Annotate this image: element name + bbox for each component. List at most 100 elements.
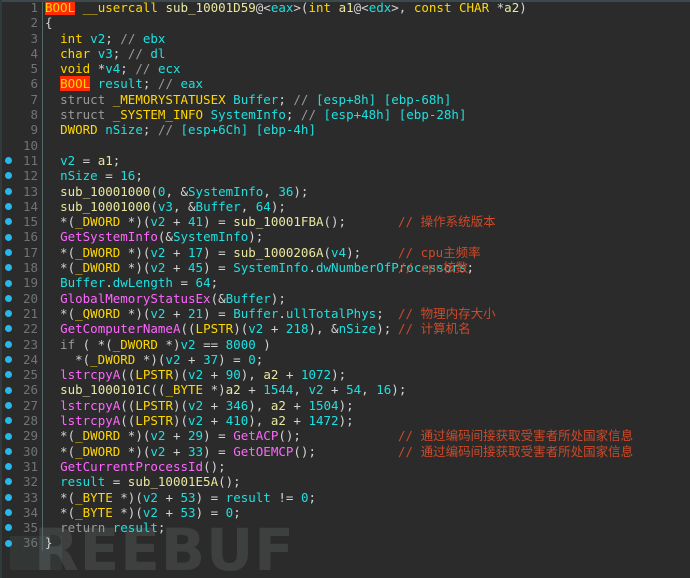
code-line[interactable]: 24 *(_DWORD *)(v2 + 37) = 0; [0, 351, 690, 368]
code-text[interactable]: struct _MEMORYSTATUSEX Buffer; // [esp+8… [45, 92, 451, 107]
code-line[interactable]: 16 GetSystemInfo(&SystemInfo); [0, 229, 690, 245]
code-text[interactable]: sub_10001000(0, &SystemInfo, 36); [45, 184, 308, 199]
code-text[interactable]: sub_1000101C((_BYTE *)a2 + 1544, v2 + 54… [45, 382, 406, 397]
code-text[interactable]: BOOL __usercall sub_10001D59@<eax>(int a… [45, 0, 527, 15]
gutter-separator [42, 458, 43, 475]
code-text[interactable]: return result; [45, 520, 165, 535]
code-line[interactable]: 14 sub_10001000(v3, &Buffer, 64); [0, 198, 690, 215]
code-text[interactable]: *(_DWORD *)(v2 + 29) = GetACP(); [45, 428, 301, 443]
code-line[interactable]: 3 int v2; // ebx [0, 30, 690, 46]
line-number: 11 [22, 152, 38, 168]
code-text[interactable]: lstrcpyA((LPSTR)(v2 + 90), a2 + 1072); [45, 367, 346, 382]
code-text[interactable]: *(_DWORD *)(v2 + 37) = 0; [45, 352, 263, 367]
code-text[interactable]: lstrcpyA((LPSTR)(v2 + 410), a2 + 1472); [45, 413, 354, 428]
code-line[interactable]: 33 *(_BYTE *)(v2 + 53) = result != 0; [0, 489, 690, 505]
code-text[interactable]: *(_DWORD *)(v2 + 33) = GetOEMCP(); [45, 444, 316, 459]
code-line[interactable]: 26 sub_1000101C((_BYTE *)a2 + 1544, v2 +… [0, 382, 690, 398]
code-line[interactable]: 25 lstrcpyA((LPSTR)(v2 + 90), a2 + 1072)… [0, 367, 690, 383]
code-line[interactable]: 21 *(_QWORD *)(v2 + 21) = Buffer.ullTota… [0, 305, 690, 322]
code-text[interactable]: *(_QWORD *)(v2 + 21) = Buffer.ullTotalPh… [45, 306, 384, 321]
code-text[interactable]: GetComputerNameA((LPSTR)(v2 + 218), &nSi… [45, 321, 391, 336]
inline-comment: // cpu主频率 [398, 244, 481, 260]
code-line[interactable]: 4 char v3; // dl [0, 45, 690, 62]
code-text[interactable]: char v3; // dl [45, 46, 165, 61]
code-line[interactable]: 29 *(_DWORD *)(v2 + 29) = GetACP(); // 通过… [0, 428, 690, 444]
inline-comment: // 通过编码间接获取受害者所处国家信息 [398, 428, 634, 444]
code-text[interactable]: } [45, 535, 53, 550]
code-text[interactable]: result = sub_10001E5A(); [45, 474, 241, 489]
code-line[interactable]: 22 GetComputerNameA((LPSTR)(v2 + 218), &… [0, 321, 690, 337]
code-line[interactable]: 2{ [0, 15, 690, 31]
line-number: 29 [22, 428, 38, 444]
code-line[interactable]: 35 return result; [0, 520, 690, 536]
code-text[interactable]: v2 = a1; [45, 153, 120, 168]
code-line[interactable]: 19 Buffer.dwLength = 64; [0, 275, 690, 291]
code-line[interactable]: 1 BOOL __usercall sub_10001D59@<eax>(int … [0, 0, 690, 16]
line-number: 6 [30, 76, 38, 92]
code-line[interactable]: 6 BOOL result; // eax [0, 76, 690, 92]
code-line[interactable]: 8 struct _SYSTEM_INFO SystemInfo; // [es… [0, 107, 690, 123]
line-number: 1 [30, 0, 38, 15]
code-text[interactable]: struct _SYSTEM_INFO SystemInfo; // [esp+… [45, 107, 466, 122]
code-line[interactable]: 10 [0, 137, 690, 153]
code-text[interactable]: BOOL result; // eax [45, 76, 203, 92]
gutter-separator [42, 91, 43, 108]
code-line[interactable]: 15 *(_DWORD *)(v2 + 41) = sub_10001FBA()… [0, 214, 690, 230]
line-number: 34 [22, 504, 38, 520]
code-line[interactable]: 11 v2 = a1; [0, 152, 690, 169]
code-line[interactable]: 12 nSize = 16; [0, 168, 690, 184]
gutter-separator [42, 152, 43, 169]
code-text[interactable]: void *v4; // ecx [45, 61, 180, 76]
line-number: 27 [22, 397, 38, 413]
line-number: 30 [22, 443, 38, 459]
pseudocode-window: REEBUF 1 BOOL __usercall sub_10001D59@<ea… [0, 0, 690, 578]
gutter-separator [42, 30, 43, 46]
code-text[interactable]: { [45, 15, 53, 30]
code-line[interactable]: 30 *(_DWORD *)(v2 + 33) = GetOEMCP(); // … [0, 443, 690, 459]
code-line[interactable]: 17 *(_DWORD *)(v2 + 17) = sub_1000206A(v… [0, 244, 690, 261]
code-text[interactable]: if ( *(_DWORD *)v2 == 8000 ) [45, 337, 271, 352]
inline-comment: // 计算机名 [398, 321, 471, 337]
line-number: 18 [22, 260, 38, 276]
code-line[interactable]: 7 struct _MEMORYSTATUSEX Buffer; // [esp… [0, 91, 690, 108]
gutter-separator [42, 336, 43, 352]
gutter-separator [42, 0, 43, 16]
code-text[interactable]: *(_DWORD *)(v2 + 17) = sub_1000206A(v4); [45, 245, 361, 260]
line-number: 20 [22, 290, 38, 306]
code-line[interactable]: 5 void *v4; // ecx [0, 61, 690, 77]
gutter-separator [42, 107, 43, 123]
code-text[interactable]: *(_DWORD *)(v2 + 41) = sub_10001FBA(); [45, 214, 346, 229]
code-text[interactable]: GlobalMemoryStatusEx(&Buffer); [45, 291, 286, 306]
code-text[interactable]: *(_BYTE *)(v2 + 53) = 0; [45, 505, 241, 520]
code-line[interactable]: 32 result = sub_10001E5A(); [0, 474, 690, 490]
line-number: 7 [30, 91, 38, 107]
gutter-separator [42, 290, 43, 306]
code-line[interactable]: 28 lstrcpyA((LPSTR)(v2 + 410), a2 + 1472… [0, 413, 690, 429]
inline-comment: // 操作系统版本 [398, 214, 496, 230]
code-text[interactable]: int v2; // ebx [45, 31, 165, 46]
code-text[interactable]: GetSystemInfo(&SystemInfo); [45, 229, 263, 244]
code-line[interactable]: 31 GetCurrentProcessId(); [0, 458, 690, 475]
code-text[interactable]: nSize = 16; [45, 168, 143, 183]
code-line[interactable]: 27 lstrcpyA((LPSTR)(v2 + 346), a2 + 1504… [0, 397, 690, 414]
code-listing[interactable]: 1 BOOL __usercall sub_10001D59@<eax>(int … [0, 0, 690, 578]
gutter-separator [42, 260, 43, 276]
code-text[interactable]: *(_BYTE *)(v2 + 53) = result != 0; [45, 490, 316, 505]
code-line[interactable]: 34 *(_BYTE *)(v2 + 53) = 0; [0, 504, 690, 521]
code-line[interactable]: 13 sub_10001000(0, &SystemInfo, 36); [0, 183, 690, 199]
gutter-separator [42, 137, 43, 153]
code-text[interactable]: sub_10001000(v3, &Buffer, 64); [45, 199, 286, 214]
code-line[interactable]: 20 GlobalMemoryStatusEx(&Buffer); [0, 290, 690, 306]
code-line[interactable]: 36} [0, 535, 690, 551]
code-line[interactable]: 9 DWORD nSize; // [esp+6Ch] [ebp-4h] [0, 122, 690, 138]
code-text[interactable]: lstrcpyA((LPSTR)(v2 + 346), a2 + 1504); [45, 398, 354, 413]
code-line[interactable]: 23 if ( *(_DWORD *)v2 == 8000 ) [0, 336, 690, 352]
inline-comment: // cpu核数 [398, 260, 469, 276]
inline-comment: // 物理内存大小 [398, 305, 496, 321]
code-text[interactable]: Buffer.dwLength = 64; [45, 275, 218, 290]
code-text[interactable]: GetCurrentProcessId(); [45, 459, 226, 474]
code-line[interactable]: 18 *(_DWORD *)(v2 + 45) = SystemInfo.dwN… [0, 260, 690, 276]
gutter-separator [42, 305, 43, 322]
code-text[interactable]: DWORD nSize; // [esp+6Ch] [ebp-4h] [45, 122, 316, 137]
gutter-separator [42, 504, 43, 521]
